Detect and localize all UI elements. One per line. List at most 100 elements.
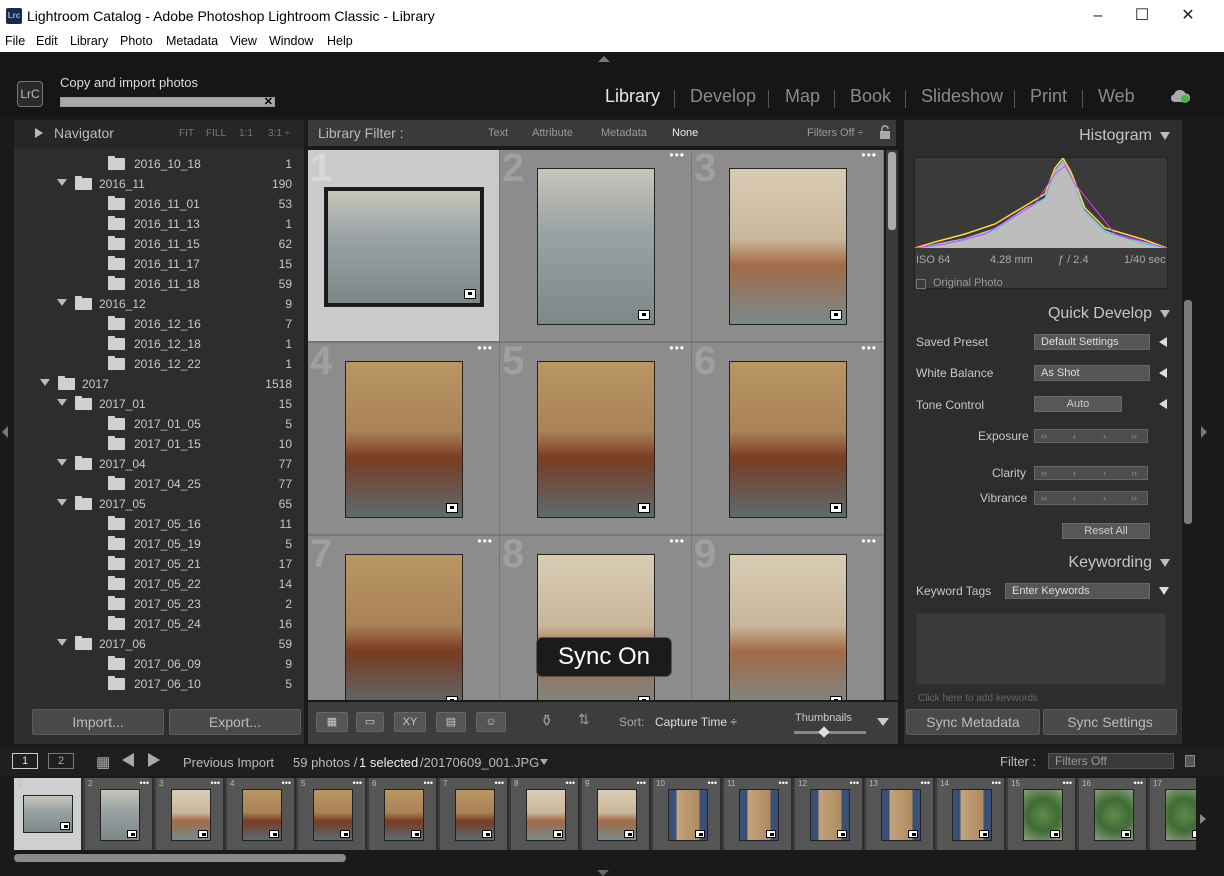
metadata-badge-icon[interactable] xyxy=(446,503,458,513)
metadata-badge-icon[interactable] xyxy=(830,696,842,700)
menu-metadata[interactable]: Metadata xyxy=(166,34,218,48)
metadata-badge-icon[interactable] xyxy=(638,696,650,700)
filmstrip-thumbnail[interactable] xyxy=(810,789,850,841)
folder-row[interactable]: 2017_01_15 10 xyxy=(32,434,300,454)
original-photo-checkbox[interactable] xyxy=(916,279,926,289)
back-arrow-icon[interactable] xyxy=(122,753,134,767)
filmstrip-filter-select[interactable]: Filters Off xyxy=(1048,753,1174,769)
filmstrip-cell[interactable]: 16 ••• xyxy=(1079,778,1148,850)
metadata-badge-icon[interactable] xyxy=(624,830,634,838)
selected-filename[interactable]: /20170609_001.JPG xyxy=(420,755,539,770)
grid-cell[interactable]: 3 ••• xyxy=(692,150,883,341)
folder-row[interactable]: 2017_05 65 xyxy=(32,494,300,514)
filter-preset-select[interactable]: Filters Off ÷ xyxy=(807,127,864,139)
filmstrip-cell[interactable]: 13 ••• xyxy=(866,778,935,850)
thumbnail-size-slider[interactable] xyxy=(794,726,866,738)
metadata-badge-icon[interactable] xyxy=(269,830,279,838)
folder-row[interactable]: 2017 1518 xyxy=(32,374,300,394)
metadata-badge-icon[interactable] xyxy=(482,830,492,838)
nav-fit[interactable]: FIT xyxy=(179,128,194,139)
white-balance-select[interactable]: As Shot xyxy=(1034,365,1150,381)
vibrance-stepper[interactable]: ‹‹ ‹ › ›› xyxy=(1034,491,1148,505)
filename-dropdown-icon[interactable] xyxy=(540,759,548,765)
grid-view-icon[interactable]: ▦ xyxy=(316,712,348,732)
toolbar-menu-icon[interactable] xyxy=(877,718,889,726)
folder-row[interactable]: 2017_05_21 17 xyxy=(32,554,300,574)
filmstrip-cell[interactable]: 10 ••• xyxy=(653,778,722,850)
filmstrip-cell[interactable]: 1 xyxy=(14,778,83,850)
navigator-header[interactable]: Navigator FIT FILL 1:1 3:1 ÷ xyxy=(14,120,304,148)
folder-row[interactable]: 2017_06_09 9 xyxy=(32,654,300,674)
filmstrip-menu-icon[interactable]: ••• xyxy=(424,778,433,788)
folder-row[interactable]: 2017_04 77 xyxy=(32,454,300,474)
disclosure-triangle-icon[interactable] xyxy=(57,459,67,466)
filmstrip-menu-icon[interactable]: ••• xyxy=(211,778,220,788)
module-library[interactable]: Library xyxy=(605,86,660,107)
filmstrip-scrollbar[interactable] xyxy=(14,854,346,862)
menu-help[interactable]: Help xyxy=(327,34,353,48)
folder-row[interactable]: 2017_05_23 2 xyxy=(32,594,300,614)
nav-1-1[interactable]: 1:1 xyxy=(239,128,253,139)
folder-row[interactable]: 2017_01_05 5 xyxy=(32,414,300,434)
folder-row[interactable]: 2017_01 15 xyxy=(32,394,300,414)
histogram-header[interactable]: Histogram xyxy=(1079,127,1170,145)
cell-menu-icon[interactable]: ••• xyxy=(669,341,685,355)
metadata-badge-icon[interactable] xyxy=(695,830,705,838)
metadata-badge-icon[interactable] xyxy=(446,696,458,700)
metadata-badge-icon[interactable] xyxy=(60,822,70,830)
clarity-stepper[interactable]: ‹‹ ‹ › ›› xyxy=(1034,466,1148,480)
metadata-badge-icon[interactable] xyxy=(837,830,847,838)
folder-row[interactable]: 2017_05_19 5 xyxy=(32,534,300,554)
grid-cell[interactable]: 4 ••• xyxy=(308,339,499,534)
left-panel-toggle-icon[interactable] xyxy=(2,426,8,438)
filter-metadata[interactable]: Metadata xyxy=(601,127,647,139)
metadata-badge-icon[interactable] xyxy=(1050,830,1060,838)
metadata-badge-icon[interactable] xyxy=(766,830,776,838)
forward-arrow-icon[interactable] xyxy=(148,753,160,767)
metadata-badge-icon[interactable] xyxy=(464,289,476,299)
filmstrip-thumbnail[interactable] xyxy=(881,789,921,841)
filmstrip-cell[interactable]: 11 ••• xyxy=(724,778,793,850)
auto-tone-button[interactable]: Auto xyxy=(1034,396,1122,412)
metadata-badge-icon[interactable] xyxy=(908,830,918,838)
filmstrip-cell[interactable]: 2 ••• xyxy=(85,778,154,850)
module-develop[interactable]: Develop xyxy=(690,86,756,107)
sort-direction-icon[interactable]: ⇅ xyxy=(578,711,590,728)
module-book[interactable]: Book xyxy=(850,86,891,107)
folder-row[interactable]: 2016_10_18 1 xyxy=(32,154,300,174)
filmstrip-thumbnail[interactable] xyxy=(526,789,566,841)
folder-row[interactable]: 2016_12_16 7 xyxy=(32,314,300,334)
filmstrip-menu-icon[interactable]: ••• xyxy=(1063,778,1072,788)
filmstrip-menu-icon[interactable]: ••• xyxy=(1134,778,1143,788)
menu-edit[interactable]: Edit xyxy=(36,34,58,48)
metadata-badge-icon[interactable] xyxy=(553,830,563,838)
module-print[interactable]: Print xyxy=(1030,86,1067,107)
photo-thumbnail[interactable] xyxy=(324,187,484,307)
expand-left-icon[interactable] xyxy=(1159,368,1167,378)
saved-preset-select[interactable]: Default Settings xyxy=(1034,334,1150,350)
filmstrip-cell[interactable]: 4 ••• xyxy=(227,778,296,850)
disclosure-triangle-icon[interactable] xyxy=(40,379,50,386)
filmstrip-cell[interactable]: 6 ••• xyxy=(369,778,438,850)
module-web[interactable]: Web xyxy=(1098,86,1135,107)
filmstrip-thumbnail[interactable] xyxy=(1165,789,1196,841)
sync-metadata-button[interactable]: Sync Metadata xyxy=(906,709,1040,735)
filmstrip-thumbnail[interactable] xyxy=(384,789,424,841)
menu-file[interactable]: File xyxy=(5,34,25,48)
cloud-sync-icon[interactable] xyxy=(1170,88,1192,104)
photo-thumbnail[interactable] xyxy=(729,168,847,325)
cancel-import-icon[interactable]: ✕ xyxy=(264,95,273,108)
grid-scrollbar[interactable] xyxy=(886,150,898,700)
folder-row[interactable]: 2017_05_16 11 xyxy=(32,514,300,534)
slider-handle[interactable] xyxy=(818,726,830,738)
primary-window-button[interactable]: 1 xyxy=(12,753,38,769)
module-map[interactable]: Map xyxy=(785,86,820,107)
folder-row[interactable]: 2017_06 59 xyxy=(32,634,300,654)
filter-text[interactable]: Text xyxy=(488,127,508,139)
filmstrip-menu-icon[interactable]: ••• xyxy=(566,778,575,788)
minimize-button[interactable]: – xyxy=(1078,5,1118,27)
filmstrip-scroll-right-icon[interactable] xyxy=(1200,814,1206,824)
grid-cell[interactable]: 6 ••• xyxy=(692,339,883,534)
metadata-badge-icon[interactable] xyxy=(127,830,137,838)
histogram[interactable] xyxy=(914,157,1168,289)
